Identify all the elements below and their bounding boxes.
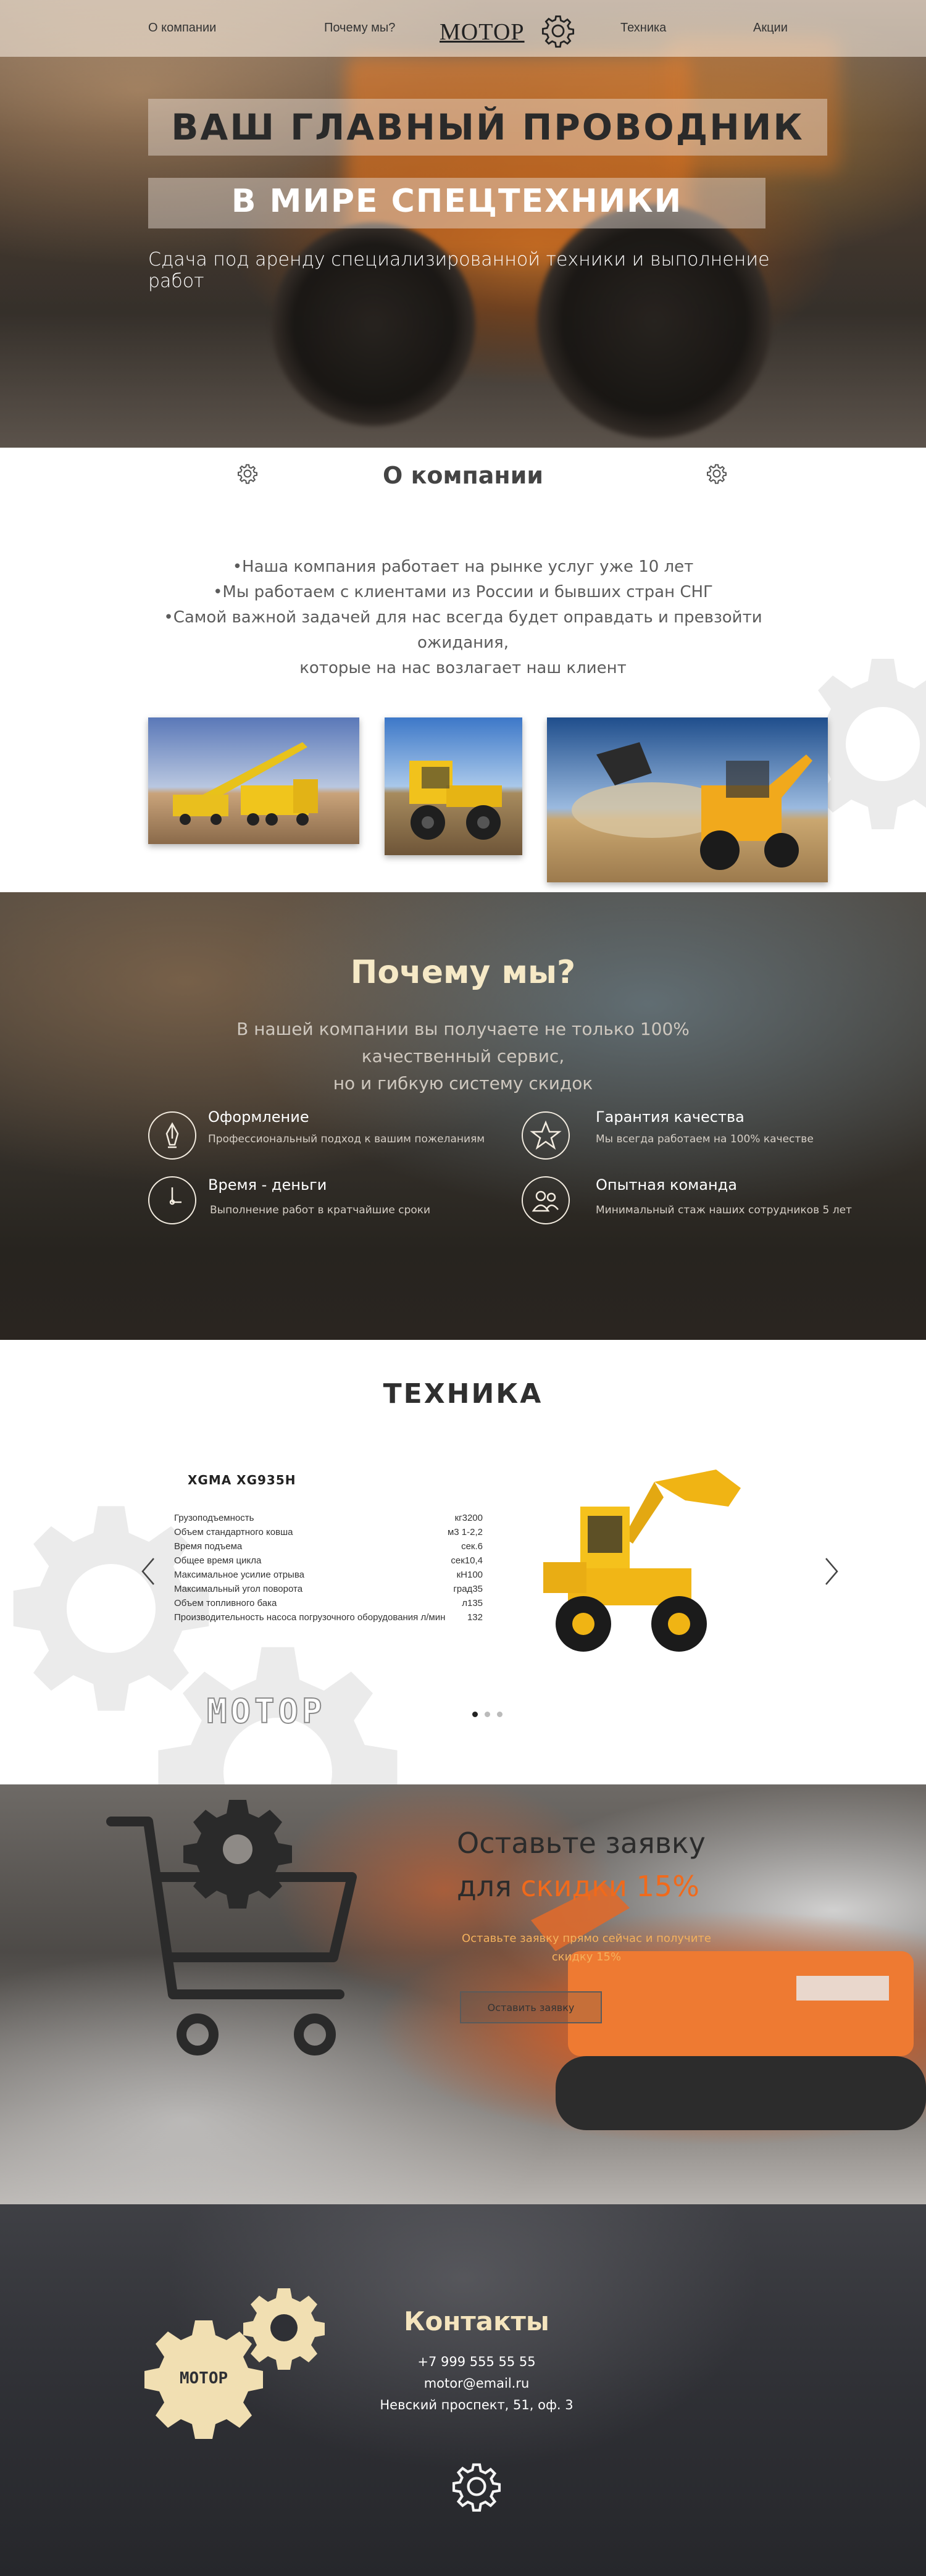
spec-key: Максимальный угол поворота bbox=[174, 1584, 303, 1594]
nav-link-promo[interactable]: Акции bbox=[753, 21, 788, 35]
photo-crane-trucks bbox=[148, 717, 359, 844]
why-title: Почему мы? bbox=[350, 954, 576, 991]
about-point: •Самой важной задачей для нас всегда буд… bbox=[164, 608, 762, 652]
spec-value: кН100 bbox=[456, 1570, 483, 1580]
contact-email[interactable]: motor@email.ru bbox=[0, 2376, 926, 2391]
cart-gear-icon bbox=[106, 1800, 357, 2055]
about-point: •Наша компания работает на рынке услуг у… bbox=[232, 558, 694, 576]
spec-row: Максимальный угол поворота град35 bbox=[174, 1584, 483, 1598]
contacts-title: Контакты bbox=[404, 2306, 549, 2336]
feature-desc: Профессиональный подход к вашим пожелани… bbox=[208, 1133, 485, 1145]
gear-icon bbox=[452, 2463, 501, 2512]
team-icon bbox=[522, 1176, 570, 1224]
spec-key: Грузоподъемность bbox=[174, 1513, 254, 1523]
tech-title: ТЕХНИКА bbox=[383, 1378, 543, 1410]
site-logo[interactable]: МОТОР bbox=[440, 19, 525, 46]
order-title-accent: скидки 15% bbox=[520, 1870, 699, 1903]
slider-dot[interactable] bbox=[485, 1712, 490, 1717]
slider-dot-active[interactable] bbox=[472, 1712, 478, 1717]
gear-icon bbox=[707, 464, 727, 484]
spec-key: Объем стандартного ковша bbox=[174, 1527, 293, 1537]
nav-link-about[interactable]: О компании bbox=[148, 21, 216, 35]
motor-stamp-logo: МОТОР bbox=[206, 1691, 326, 1731]
pen-icon bbox=[148, 1111, 196, 1160]
clock-icon bbox=[148, 1176, 196, 1224]
spec-value: 132 bbox=[467, 1612, 483, 1623]
spec-key: Объем топливного бака bbox=[174, 1598, 277, 1608]
feature-title: Время - деньги bbox=[208, 1176, 327, 1194]
about-point: •Мы работаем с клиентами из России и быв… bbox=[213, 583, 713, 601]
why-text-line: но и гибкую систему скидок bbox=[333, 1073, 593, 1094]
order-title-prefix: для bbox=[457, 1870, 521, 1903]
tech-section: ТЕХНИКА XGMA XG935H Грузоподъемность кг32… bbox=[0, 1340, 926, 1784]
star-icon bbox=[522, 1111, 570, 1160]
about-title: О компании bbox=[383, 462, 543, 489]
nav-link-tech[interactable]: Техника bbox=[620, 21, 666, 35]
feature-title: Гарантия качества bbox=[596, 1108, 745, 1126]
order-title-line2: для скидки 15% bbox=[457, 1865, 706, 1908]
about-list: •Наша компания работает на рынке услуг у… bbox=[154, 554, 772, 681]
spec-key: Время подъема bbox=[174, 1541, 243, 1552]
spec-row: Общее время цикла сек10,4 bbox=[174, 1555, 483, 1570]
spec-value: м3 1-2,2 bbox=[447, 1527, 483, 1537]
spec-row: Максимальное усилие отрыва кН100 bbox=[174, 1570, 483, 1584]
spec-value: сек10,4 bbox=[451, 1555, 483, 1566]
spec-key: Максимальное усилие отрыва bbox=[174, 1570, 304, 1580]
spec-row: Объем топливного бака л135 bbox=[174, 1598, 483, 1612]
contact-phone[interactable]: +7 999 555 55 55 bbox=[0, 2354, 926, 2369]
backhoe-image bbox=[547, 717, 828, 882]
slider-dot[interactable] bbox=[497, 1712, 503, 1717]
spec-key: Общее время цикла bbox=[174, 1555, 262, 1566]
why-text-line: В нашей компании вы получаете не только … bbox=[236, 1019, 690, 1066]
chevron-right-icon[interactable] bbox=[822, 1556, 841, 1587]
hero-title-line1: ВАШ ГЛАВНЫЙ ПРОВОДНИК bbox=[171, 106, 804, 148]
order-title: Оставьте заявку для скидки 15% bbox=[457, 1821, 706, 1908]
contact-address: Невский проспект, 51, оф. 3 bbox=[380, 2398, 574, 2412]
why-section: Почему мы? В нашей компании вы получаете… bbox=[0, 892, 926, 1340]
spec-row: Объем стандартного ковша м3 1-2,2 bbox=[174, 1527, 483, 1541]
hero-title-line2: В МИРЕ СПЕЦТЕХНИКИ bbox=[231, 183, 683, 220]
about-point: которые на нас возлагает наш клиент bbox=[299, 659, 627, 677]
photo-grader bbox=[385, 717, 522, 855]
order-section: Оставьте заявку для скидки 15% Оставьте … bbox=[0, 1784, 926, 2204]
order-title-line1: Оставьте заявку bbox=[457, 1826, 706, 1860]
feature-title: Опытная команда bbox=[596, 1176, 737, 1194]
grader-image bbox=[385, 717, 522, 855]
crane-trucks-image bbox=[148, 717, 359, 844]
nav-link-why[interactable]: Почему мы? bbox=[324, 21, 395, 35]
feature-desc: Выполнение работ в кратчайшие сроки bbox=[210, 1204, 431, 1216]
tech-model-name: XGMA XG935H bbox=[188, 1473, 296, 1487]
spec-row: Производительность насоса погрузочного о… bbox=[174, 1612, 483, 1626]
spec-value: л135 bbox=[462, 1598, 483, 1608]
feature-desc: Минимальный стаж наших сотрудников 5 лет bbox=[596, 1204, 852, 1216]
photo-backhoe bbox=[547, 717, 828, 882]
why-text: В нашей компании вы получаете не только … bbox=[185, 1016, 741, 1097]
hero-subtitle: Сдача под аренду специализированной техн… bbox=[148, 249, 770, 292]
chevron-left-icon[interactable] bbox=[139, 1556, 157, 1587]
gear-icon bbox=[541, 15, 575, 48]
about-section: О компании •Наша компания работает на ры… bbox=[0, 448, 926, 892]
spec-value: кг3200 bbox=[454, 1513, 483, 1523]
spec-value: сек.6 bbox=[461, 1541, 483, 1552]
spec-value: град35 bbox=[453, 1584, 483, 1594]
contacts-section: МОТОР Контакты +7 999 555 55 55 motor@em… bbox=[0, 2204, 926, 2576]
spec-row: Время подъема сек.6 bbox=[174, 1541, 483, 1555]
feature-desc: Мы всегда работаем на 100% качестве bbox=[596, 1133, 814, 1145]
hero-section: О компании Почему мы? МОТОР Техника Акци… bbox=[0, 0, 926, 448]
wheel-loader-image bbox=[543, 1470, 741, 1652]
top-nav: О компании Почему мы? МОТОР Техника Акци… bbox=[0, 0, 926, 57]
order-button[interactable]: Оставить заявку bbox=[460, 1991, 602, 2023]
order-desc: Оставьте заявку прямо сейчас и получите … bbox=[462, 1932, 711, 1963]
spec-key: Производительность насоса погрузочного о… bbox=[174, 1612, 446, 1623]
feature-title: Оформление bbox=[208, 1108, 309, 1126]
spec-row: Грузоподъемность кг3200 bbox=[174, 1513, 483, 1527]
